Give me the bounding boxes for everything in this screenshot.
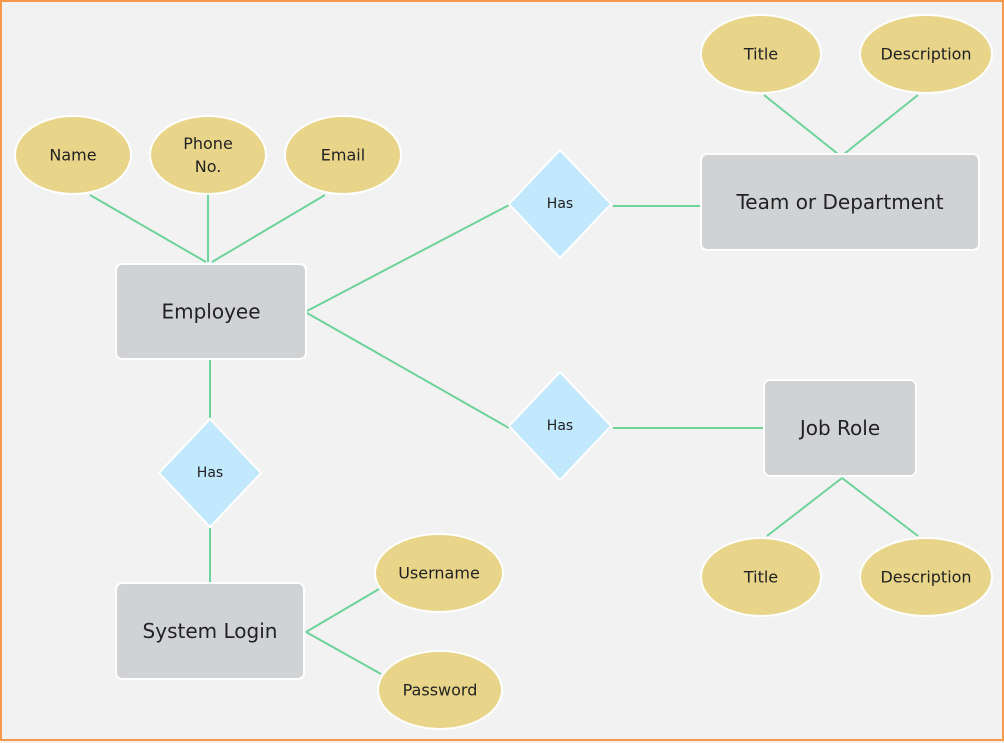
login-user-link	[305, 588, 380, 633]
entity-label: System Login	[143, 619, 278, 643]
relationship-has-team[interactable]: Has	[507, 148, 613, 260]
relationship-label: Has	[197, 465, 223, 481]
er-diagram: Employee Team or Department Job Role System…	[14, 14, 993, 730]
attribute-label: Description	[880, 45, 971, 64]
attribute-ellipse[interactable]	[149, 115, 267, 195]
attribute-label: No.	[195, 157, 222, 176]
attribute-team-desc[interactable]: Description	[859, 14, 993, 94]
attribute-label: Title	[743, 45, 778, 64]
attribute-login-pass[interactable]: Password	[377, 650, 503, 730]
attribute-label: Name	[49, 146, 96, 165]
attribute-label: Username	[398, 564, 480, 583]
attribute-team-title[interactable]: Title	[700, 14, 822, 94]
attribute-label: Title	[743, 568, 778, 587]
attribute-login-user[interactable]: Username	[374, 533, 504, 613]
entity-employee[interactable]: Employee	[115, 263, 307, 360]
entity-label: Team or Department	[735, 190, 943, 214]
entity-login[interactable]: System Login	[115, 582, 305, 680]
entity-label: Employee	[161, 300, 260, 324]
attribute-emp-phone[interactable]: Phone No.	[149, 115, 267, 195]
login-pass-link	[305, 631, 382, 675]
attribute-role-title[interactable]: Title	[700, 537, 822, 617]
relationship-has-login[interactable]: Has	[157, 417, 263, 529]
emp-email-link	[211, 194, 326, 263]
er-diagram-canvas: Employee Team or Department Job Role System…	[0, 0, 1004, 741]
role-desc-link	[841, 477, 919, 537]
relationship-has-role[interactable]: Has	[507, 370, 613, 482]
team-title-link	[763, 94, 839, 155]
role-title-link	[766, 477, 843, 537]
attribute-emp-email[interactable]: Email	[284, 115, 402, 195]
emp-hasteam-link	[306, 204, 510, 312]
emp-name-link	[89, 194, 207, 263]
entity-team[interactable]: Team or Department	[700, 153, 980, 251]
attribute-label: Phone	[183, 134, 233, 153]
attribute-emp-name[interactable]: Name	[14, 115, 132, 195]
entity-label: Job Role	[798, 416, 880, 440]
entity-jobrole[interactable]: Job Role	[763, 379, 917, 477]
shapes: Employee Team or Department Job Role System…	[14, 14, 993, 730]
team-desc-link	[843, 94, 919, 155]
relationship-label: Has	[547, 418, 573, 434]
emp-hasrole-link	[306, 312, 510, 429]
attribute-label: Email	[321, 146, 365, 165]
relationship-label: Has	[547, 196, 573, 212]
attribute-role-desc[interactable]: Description	[859, 537, 993, 617]
attribute-label: Password	[403, 681, 478, 700]
attribute-label: Description	[880, 568, 971, 587]
